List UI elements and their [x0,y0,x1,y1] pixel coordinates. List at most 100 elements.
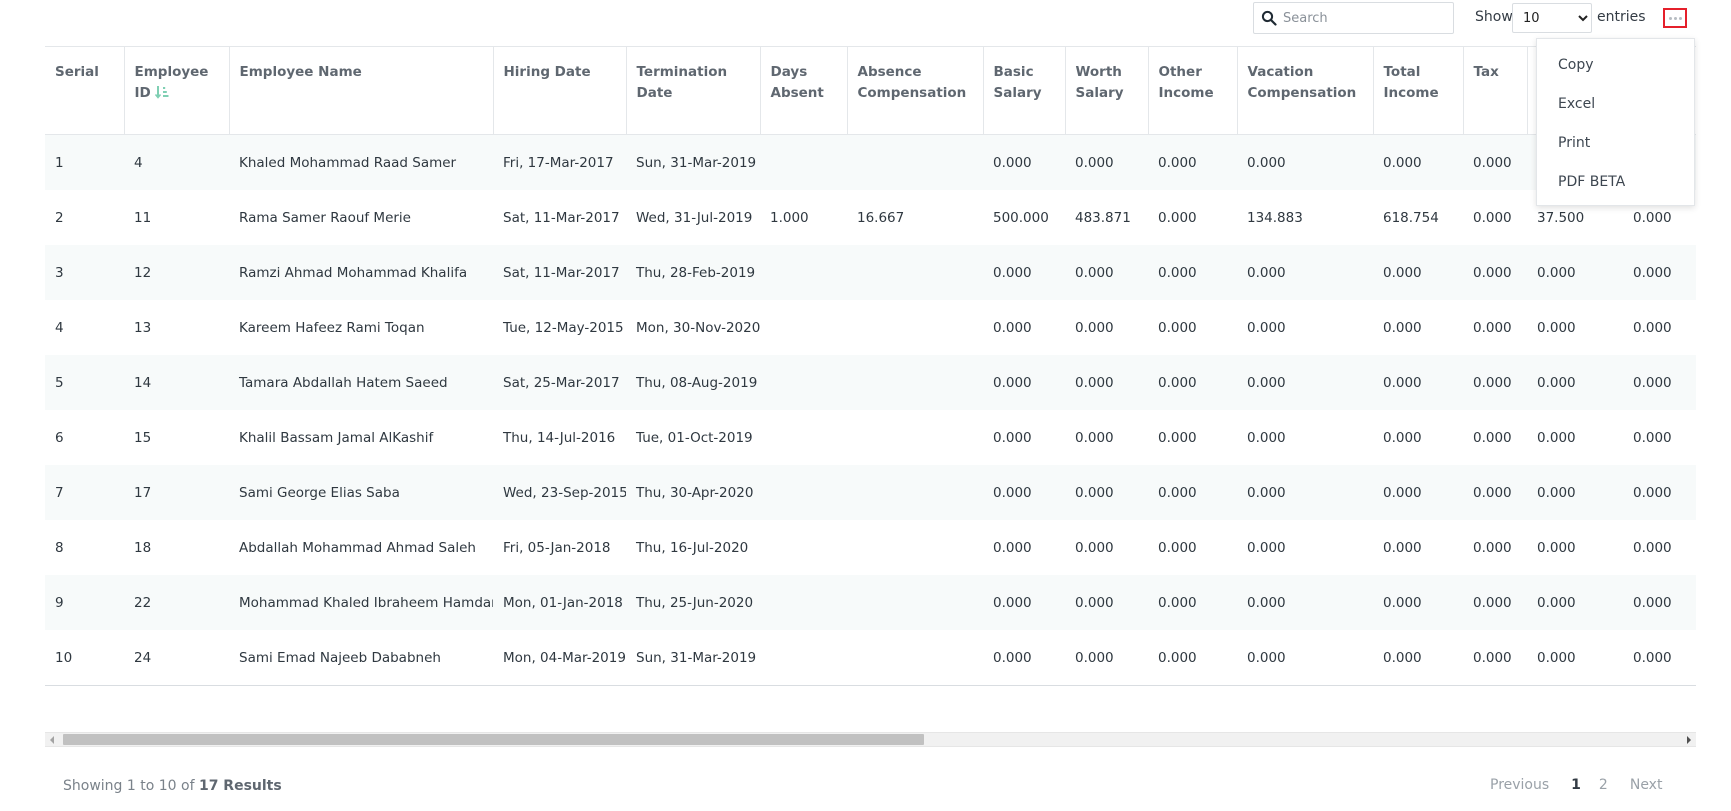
cell-hiring-date: Mon, 01-Jan-2018 [493,575,626,630]
cell-total-income: 0.000 [1373,575,1463,630]
table-row[interactable]: 6 15 Khalil Bassam Jamal AlKashif Thu, 14-J… [45,410,1696,465]
cell-days-absent [760,465,847,520]
cell-worth-salary: 0.000 [1065,355,1148,410]
cell-col-14: 0.000 [1527,300,1623,355]
cell-days-absent [760,300,847,355]
cell-hiring-date: Wed, 23-Sep-2015 [493,465,626,520]
cell-other-income: 0.000 [1148,410,1237,465]
cell-vacation-compensation: 0.000 [1237,575,1373,630]
header-absence-compensation[interactable]: Absence Compensation [847,46,984,135]
cell-employee-id: 22 [124,575,229,630]
cell-worth-salary: 0.000 [1065,465,1148,520]
cell-tax: 0.000 [1463,465,1527,520]
cell-total-income: 0.000 [1373,465,1463,520]
table-header-row: Serial Employee ID Employee Name Hiring Dat… [45,46,1696,135]
table-row[interactable]: 2 11 Rama Samer Raouf Merie Sat, 11-Mar-201… [45,190,1696,245]
pagination-page-1[interactable]: 1 [1571,777,1581,793]
cell-total-income: 0.000 [1373,245,1463,300]
total-basic-salary: 2,000.000 [983,685,1065,686]
total-days-absent [760,685,847,686]
cell-col-15: 0.000 [1623,520,1696,575]
table-row[interactable]: 8 18 Abdallah Mohammad Ahmad Saleh Fri, 05-… [45,520,1696,575]
header-vacation-compensation[interactable]: Vacation Compensation [1237,46,1374,135]
header-basic-salary[interactable]: Basic Salary [983,46,1066,135]
pagination: Previous 1 2 Next [1490,777,1662,793]
cell-col-15: 0.000 [1623,575,1696,630]
cell-hiring-date: Sat, 25-Mar-2017 [493,355,626,410]
cell-employee-id: 13 [124,300,229,355]
cell-vacation-compensation: 0.000 [1237,245,1373,300]
table-row[interactable]: 4 13 Kareem Hafeez Rami Toqan Tue, 12-May-2… [45,300,1696,355]
cell-serial: 2 [45,190,124,245]
total-col-15: 0.000 [1623,685,1696,686]
menu-item-print[interactable]: Print [1537,124,1694,163]
cell-worth-salary: 0.000 [1065,630,1148,686]
cell-absence-compensation [847,630,983,686]
header-other-income[interactable]: Other Income [1148,46,1238,135]
cell-vacation-compensation: 0.000 [1237,410,1373,465]
results-info: Showing 1 to 10 of 17 Results [63,778,282,794]
header-serial[interactable]: Serial [45,46,125,135]
cell-total-income: 0.000 [1373,300,1463,355]
horizontal-scrollbar[interactable] [45,732,1696,747]
table-row[interactable]: 10 24 Sami Emad Najeeb Dababneh Mon, 04-Mar… [45,630,1696,686]
cell-col-15: 0.000 [1623,465,1696,520]
menu-item-excel[interactable]: Excel [1537,85,1694,124]
header-worth-salary[interactable]: Worth Salary [1065,46,1149,135]
cell-basic-salary: 0.000 [983,300,1065,355]
menu-item-pdf[interactable]: PDF BETA [1537,163,1694,202]
header-termination-date[interactable]: Termination Date [626,46,761,135]
cell-serial: 1 [45,134,124,190]
cell-total-income: 0.000 [1373,520,1463,575]
header-employee-name[interactable]: Employee Name [229,46,494,135]
table-row[interactable]: 5 14 Tamara Abdallah Hatem Saeed Sat, 25-Ma… [45,355,1696,410]
search-box[interactable] [1253,2,1454,34]
cell-serial: 9 [45,575,124,630]
cell-basic-salary: 0.000 [983,355,1065,410]
cell-other-income: 0.000 [1148,465,1237,520]
pagination-previous[interactable]: Previous [1490,777,1549,793]
cell-serial: 5 [45,355,124,410]
header-days-absent[interactable]: Days Absent [760,46,848,135]
table-row[interactable]: 7 17 Sami George Elias Saba Wed, 23-Sep-201… [45,465,1696,520]
cell-absence-compensation [847,134,983,190]
pagination-next[interactable]: Next [1630,777,1663,793]
sort-ascending-icon[interactable] [154,85,169,99]
cell-days-absent [760,245,847,300]
cell-termination-date: Sun, 31-Mar-2019 [626,630,760,686]
table-row[interactable]: 3 12 Ramzi Ahmad Mohammad Khalifa Sat, 11-M… [45,245,1696,300]
cell-col-15: 0.000 [1623,245,1696,300]
cell-days-absent [760,575,847,630]
cell-other-income: 0.000 [1148,300,1237,355]
table-row[interactable]: 9 22 Mohammad Khaled Ibraheem Hamdan Mon, 0… [45,575,1696,630]
cell-termination-date: Thu, 08-Aug-2019 [626,355,760,410]
cell-col-14: 0.000 [1527,465,1623,520]
cell-total-income: 0.000 [1373,355,1463,410]
header-employee-id[interactable]: Employee ID [124,46,230,135]
menu-item-copy[interactable]: Copy [1537,46,1694,85]
cell-other-income: 0.000 [1148,575,1237,630]
table-row[interactable]: 1 4 Khaled Mohammad Raad Samer Fri, 17-Mar-… [45,134,1696,190]
header-tax[interactable]: Tax [1463,46,1528,135]
cell-worth-salary: 0.000 [1065,134,1148,190]
cell-termination-date: Mon, 30-Nov-2020 [626,300,760,355]
cell-serial: 3 [45,245,124,300]
header-hiring-date[interactable]: Hiring Date [493,46,627,135]
scrollbar-thumb[interactable] [63,734,924,745]
cell-vacation-compensation: 0.000 [1237,465,1373,520]
entries-select[interactable]: 10 [1512,3,1592,33]
cell-absence-compensation [847,300,983,355]
scroll-left-arrow-icon[interactable] [50,736,54,744]
header-total-income[interactable]: Total Income [1373,46,1464,135]
search-input[interactable] [1283,10,1443,26]
cell-col-15: 0.000 [1623,630,1696,686]
more-options-button[interactable] [1663,8,1687,28]
cell-hiring-date: Sat, 11-Mar-2017 [493,245,626,300]
pagination-page-2[interactable]: 2 [1599,777,1608,793]
scroll-right-arrow-icon[interactable] [1687,736,1691,744]
cell-col-15: 0.000 [1623,410,1696,465]
cell-tax: 0.000 [1463,520,1527,575]
cell-other-income: 0.000 [1148,134,1237,190]
cell-absence-compensation [847,355,983,410]
total-termination-date [626,685,760,686]
